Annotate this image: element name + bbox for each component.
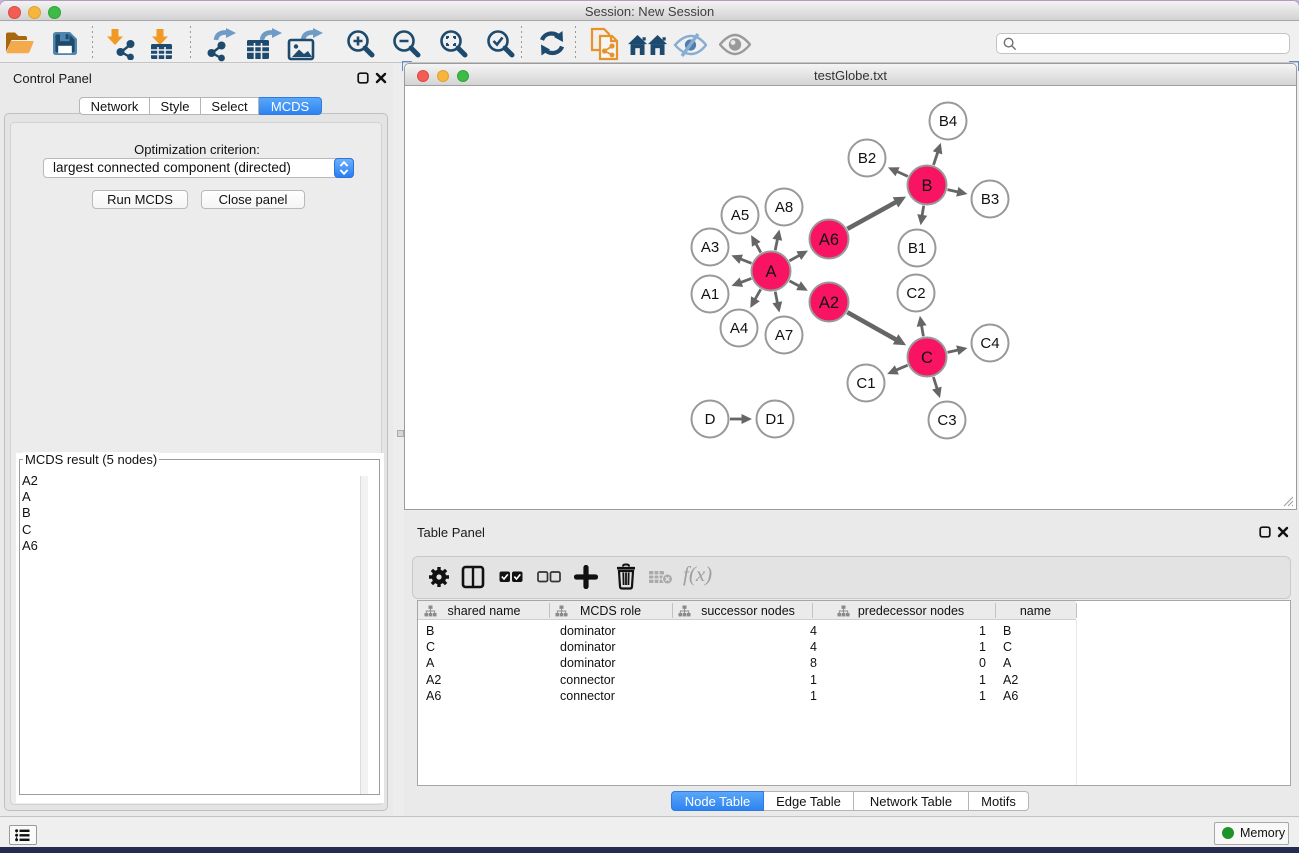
svg-text:A1: A1 [701,286,719,303]
svg-text:A7: A7 [775,327,793,344]
svg-text:D: D [705,411,716,428]
svg-text:B: B [921,177,932,195]
svg-text:A: A [765,263,776,281]
svg-text:A8: A8 [775,199,793,216]
svg-text:A4: A4 [730,320,748,337]
svg-text:C4: C4 [980,335,999,352]
svg-text:B3: B3 [981,191,999,208]
svg-text:A5: A5 [731,207,749,224]
svg-text:A6: A6 [819,231,839,249]
svg-text:C2: C2 [906,285,925,302]
svg-text:B2: B2 [858,150,876,167]
svg-text:D1: D1 [765,411,784,428]
svg-text:C3: C3 [937,412,956,429]
svg-text:B1: B1 [908,240,926,257]
svg-text:B4: B4 [939,113,957,130]
svg-text:A3: A3 [701,239,719,256]
svg-text:C: C [921,349,933,367]
svg-text:C1: C1 [856,375,875,392]
svg-text:A2: A2 [819,294,839,312]
